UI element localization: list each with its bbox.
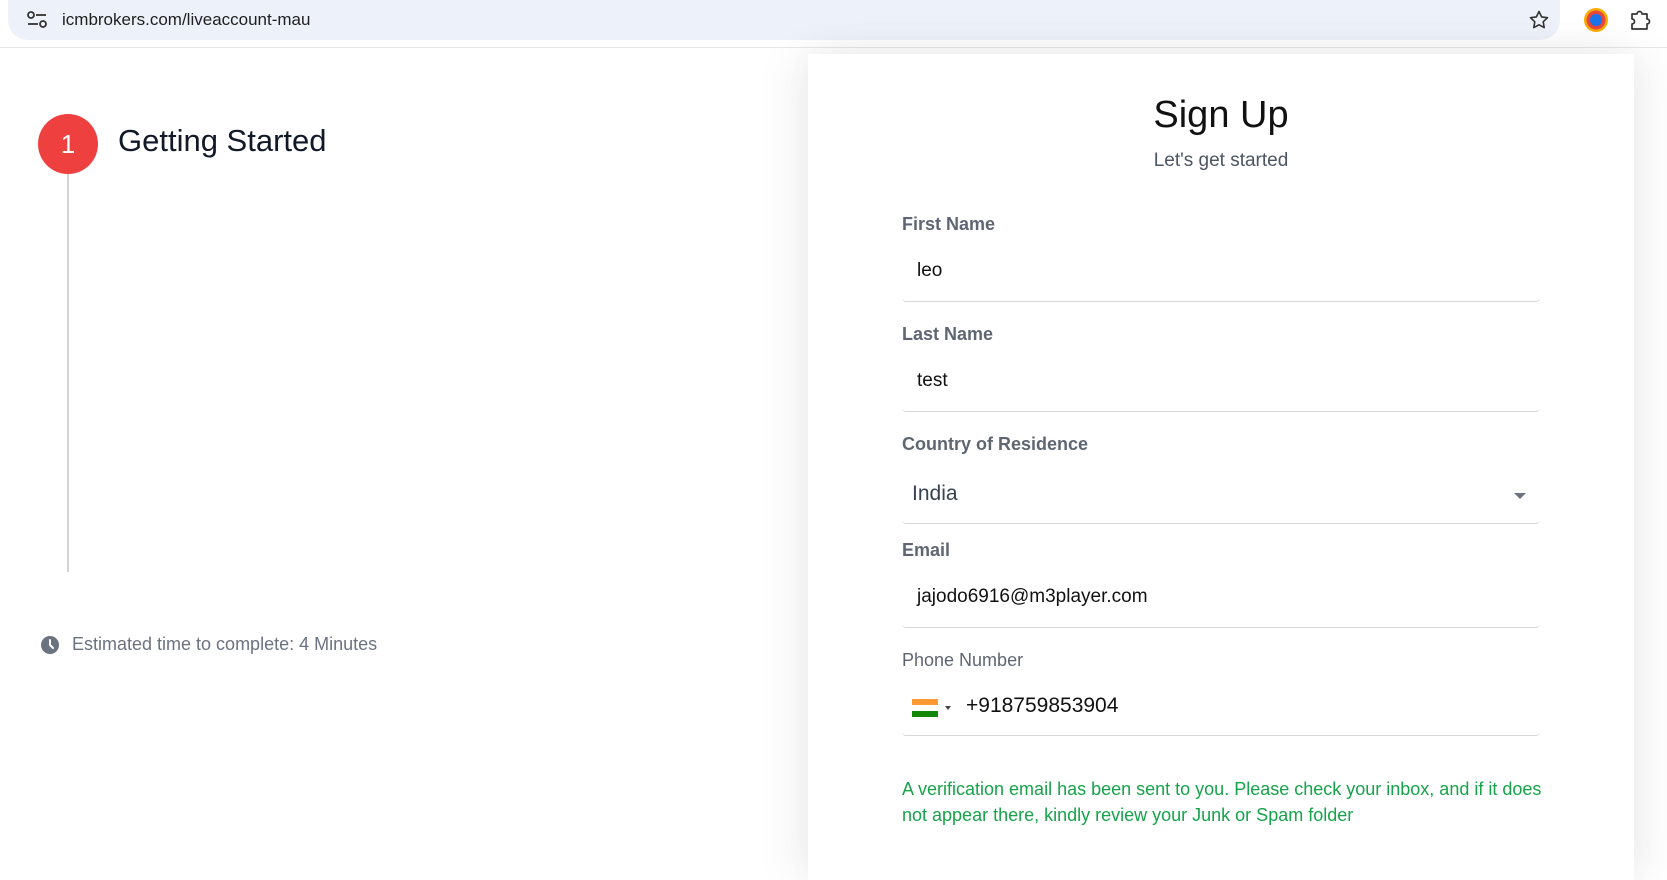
country-select[interactable]: India (902, 468, 1540, 524)
email-label: Email (902, 540, 951, 560)
url-text[interactable]: icmbrokers.com/liveaccount-mau (62, 10, 310, 30)
site-settings-icon[interactable] (26, 10, 48, 30)
country-label: Country of Residence (902, 434, 1089, 454)
address-bar[interactable]: icmbrokers.com/liveaccount-mau (8, 0, 1560, 40)
bookmark-star-icon[interactable] (1527, 8, 1551, 32)
step-progress-line (67, 174, 69, 572)
extensions-puzzle-icon[interactable] (1627, 6, 1653, 32)
phone-field[interactable]: +918759853904 (902, 680, 1540, 736)
email-field[interactable]: jajodo6916@m3player.com (902, 572, 1540, 628)
last-name-field[interactable]: test (902, 356, 1540, 412)
first-name-value[interactable]: leo (917, 260, 942, 282)
last-name-label: Last Name (902, 324, 994, 344)
country-value[interactable]: India (912, 482, 958, 506)
page-title: Sign Up (1153, 94, 1289, 136)
estimated-time-text: Estimated time to complete: 4 Minutes (72, 634, 378, 654)
extension-color-icon[interactable] (1584, 8, 1608, 32)
browser-toolbar: icmbrokers.com/liveaccount-mau (0, 0, 1667, 48)
country-code-dropdown-icon[interactable] (945, 706, 951, 710)
phone-label: Phone Number (902, 650, 1024, 670)
last-name-value[interactable]: test (917, 370, 948, 392)
page-subtitle: Let's get started (1153, 150, 1289, 171)
verification-notice: A verification email has been sent to yo… (902, 779, 1542, 825)
first-name-label: First Name (902, 214, 996, 234)
india-flag-icon[interactable] (912, 699, 938, 717)
phone-value[interactable]: +918759853904 (966, 694, 1118, 718)
email-value[interactable]: jajodo6916@m3player.com (917, 586, 1148, 608)
first-name-field[interactable]: leo (902, 246, 1540, 302)
clock-icon (41, 635, 59, 654)
estimated-time: Estimated time to complete: 4 Minutes (40, 634, 377, 655)
step-number-badge: 1 (38, 114, 98, 174)
step-title: Getting Started (118, 123, 327, 158)
signup-card: Sign Up Let's get started First Name leo… (808, 54, 1634, 880)
chevron-down-icon[interactable] (1514, 493, 1526, 499)
